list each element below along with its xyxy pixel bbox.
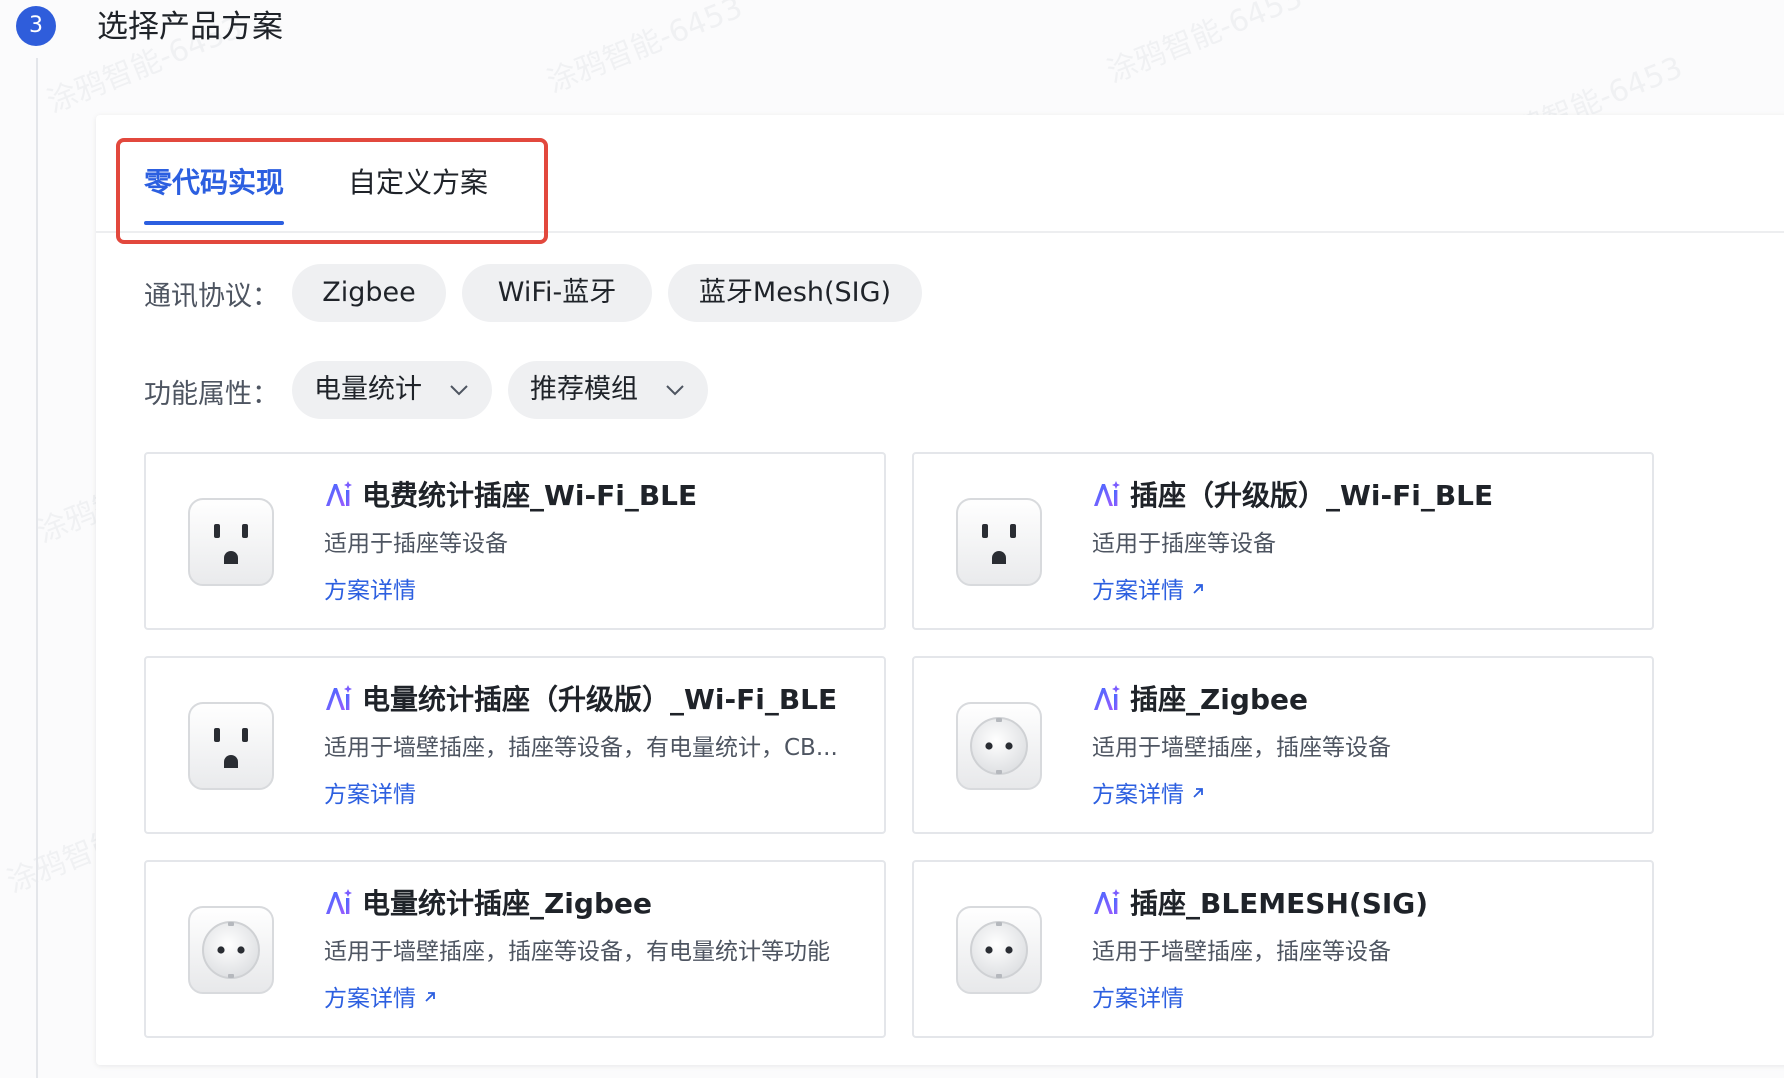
scheme-details-link[interactable]: 方案详情	[324, 778, 416, 812]
ai-icon	[326, 481, 352, 506]
card-title-text: 插座（升级版）_Wi-Fi_BLE	[1130, 479, 1494, 512]
watermark-text: 涂鸦智能-6453	[542, 0, 748, 101]
card-title: 电量统计插座（升级版）_Wi-Fi_BLE	[324, 680, 864, 720]
us-outlet-icon	[186, 700, 276, 792]
protocol-chip-bluetooth-mesh[interactable]: 蓝牙Mesh(SIG)	[668, 264, 922, 322]
scheme-details-link[interactable]: 方案详情	[1092, 574, 1206, 608]
card-title-text: 电量统计插座（升级版）_Wi-Fi_BLE	[362, 683, 838, 716]
tab-custom-scheme[interactable]: 自定义方案	[348, 163, 488, 203]
eu-outlet-icon	[954, 904, 1044, 996]
power-statistics-dropdown-label: 电量统计	[314, 374, 422, 405]
scheme-details-link-label: 方案详情	[324, 986, 416, 1012]
step-title: 选择产品方案	[97, 9, 283, 45]
scheme-tabs: 零代码实现 自定义方案	[96, 115, 1784, 244]
scheme-details-link-label: 方案详情	[324, 578, 416, 604]
scheme-card[interactable]: 插座（升级版）_Wi-Fi_BLE 适用于插座等设备 方案详情	[912, 452, 1654, 630]
ai-icon	[1094, 685, 1120, 710]
ai-icon	[326, 685, 352, 710]
watermark-text: 涂鸦智能-6453	[1102, 0, 1308, 91]
chevron-down-icon	[666, 385, 684, 396]
card-title-text: 电量统计插座_Zigbee	[362, 887, 652, 920]
recommended-module-dropdown[interactable]: 推荐模组	[508, 361, 708, 419]
chevron-down-icon	[450, 385, 468, 396]
card-description: 适用于墙壁插座，插座等设备	[1092, 939, 1391, 965]
card-title-text: 插座_BLEMESH(SIG)	[1130, 887, 1429, 920]
card-title: 插座_Zigbee	[1092, 680, 1632, 720]
scheme-details-link-label: 方案详情	[1092, 986, 1184, 1012]
tab-zero-code-label: 零代码实现	[144, 166, 285, 199]
scheme-details-link-label: 方案详情	[1092, 782, 1184, 808]
external-link-icon	[1193, 584, 1203, 594]
scheme-details-link[interactable]: 方案详情	[324, 982, 438, 1016]
eu-outlet-icon	[954, 700, 1044, 792]
scheme-card[interactable]: 插座_BLEMESH(SIG) 适用于墙壁插座，插座等设备 方案详情	[912, 860, 1654, 1038]
scheme-card[interactable]: 电费统计插座_Wi-Fi_BLE 适用于插座等设备 方案详情	[144, 452, 886, 630]
card-title-text: 电费统计插座_Wi-Fi_BLE	[362, 479, 698, 512]
tab-zero-code[interactable]: 零代码实现	[144, 163, 285, 225]
us-outlet-icon	[186, 496, 276, 588]
protocol-chip-zigbee[interactable]: Zigbee	[292, 264, 446, 322]
step-number-badge: 3	[16, 6, 56, 46]
active-tab-underline	[144, 221, 285, 225]
card-description: 适用于墙壁插座，插座等设备，有电量统计，CB...	[324, 735, 838, 761]
card-title: 电量统计插座_Zigbee	[324, 884, 864, 924]
step-connector-line	[36, 58, 38, 1078]
us-outlet-icon	[954, 496, 1044, 588]
protocol-filter-label: 通讯协议：	[144, 281, 279, 312]
scheme-card[interactable]: 插座_Zigbee 适用于墙壁插座，插座等设备 方案详情	[912, 656, 1654, 834]
ai-icon	[1094, 889, 1120, 914]
scheme-details-link[interactable]: 方案详情	[324, 574, 416, 608]
ai-icon	[1094, 481, 1120, 506]
page: 涂鸦智能-6453涂鸦智能-6453涂鸦智能-6453涂鸦智能-6453涂鸦智能…	[0, 0, 1784, 1078]
scheme-details-link[interactable]: 方案详情	[1092, 982, 1184, 1016]
scheme-details-link-label: 方案详情	[1092, 578, 1184, 604]
card-title-text: 插座_Zigbee	[1130, 683, 1308, 716]
scheme-details-link[interactable]: 方案详情	[1092, 778, 1206, 812]
ai-icon	[326, 889, 352, 914]
function-filter-label: 功能属性：	[144, 379, 279, 410]
protocol-chip-wifi-bluetooth[interactable]: WiFi-蓝牙	[462, 264, 652, 322]
card-description: 适用于插座等设备	[1092, 531, 1276, 557]
eu-outlet-icon	[186, 904, 276, 996]
card-title: 插座（升级版）_Wi-Fi_BLE	[1092, 476, 1632, 516]
card-description: 适用于插座等设备	[324, 531, 508, 557]
recommended-module-dropdown-label: 推荐模组	[530, 374, 638, 405]
card-title: 插座_BLEMESH(SIG)	[1092, 884, 1632, 924]
scheme-details-link-label: 方案详情	[324, 782, 416, 808]
tab-custom-scheme-label: 自定义方案	[348, 166, 489, 199]
product-scheme-panel: 零代码实现 自定义方案 通讯协议： Zigbee WiFi-蓝牙 蓝牙Mesh(…	[96, 115, 1784, 1065]
scheme-card[interactable]: 电量统计插座_Zigbee 适用于墙壁插座，插座等设备，有电量统计等功能 方案详…	[144, 860, 886, 1038]
card-title: 电费统计插座_Wi-Fi_BLE	[324, 476, 864, 516]
card-description: 适用于墙壁插座，插座等设备，有电量统计等功能	[324, 939, 830, 965]
card-description: 适用于墙壁插座，插座等设备	[1092, 735, 1391, 761]
power-statistics-dropdown[interactable]: 电量统计	[292, 361, 492, 419]
external-link-icon	[1193, 788, 1203, 798]
scheme-card[interactable]: 电量统计插座（升级版）_Wi-Fi_BLE 适用于墙壁插座，插座等设备，有电量统…	[144, 656, 886, 834]
external-link-icon	[425, 992, 435, 1002]
